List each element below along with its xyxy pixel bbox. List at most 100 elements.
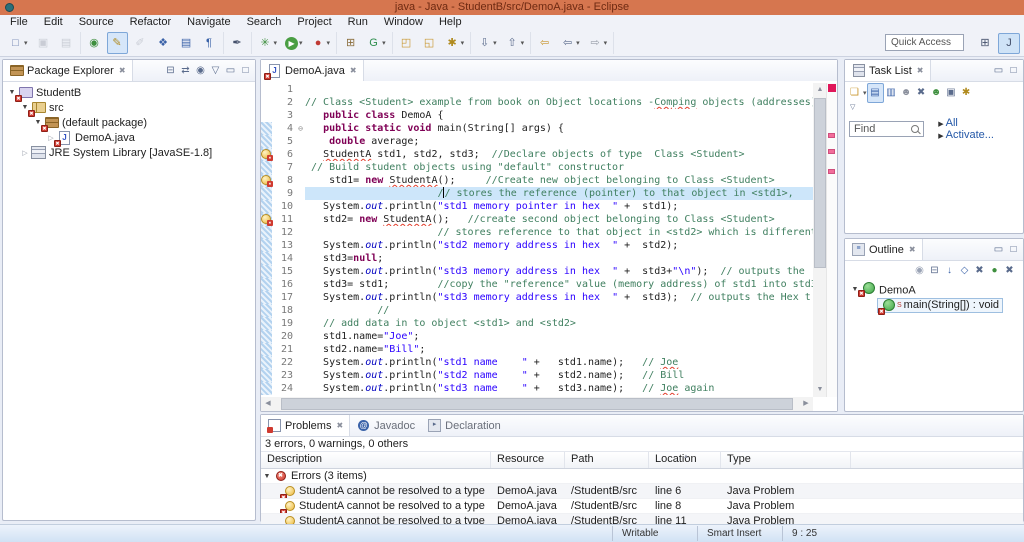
code-line-24[interactable]: 24 System.out.println("std3 name " + std… bbox=[261, 382, 813, 395]
vertical-scroll-thumb[interactable] bbox=[814, 98, 826, 268]
tree-item--default-package-[interactable]: ▼(default package) bbox=[3, 115, 255, 132]
tab-javadoc[interactable]: @ Javadoc bbox=[350, 415, 421, 436]
debug-icon[interactable]: ✳ ▾ bbox=[255, 32, 281, 54]
scroll-down-icon[interactable]: ▼ bbox=[813, 383, 827, 397]
code-line-12[interactable]: 12 // stores reference to that object in… bbox=[261, 226, 813, 239]
error-marker[interactable] bbox=[828, 133, 835, 138]
new-report-icon[interactable]: ❖ bbox=[153, 32, 174, 54]
fold-marker-icon[interactable]: ⊖ bbox=[296, 122, 305, 135]
code-line-3[interactable]: 3 public class DemoA { bbox=[261, 109, 813, 122]
column-header-type[interactable]: Type bbox=[721, 452, 851, 468]
code-line-21[interactable]: 21 std2.name="Bill"; bbox=[261, 343, 813, 356]
code-line-6[interactable]: 6 StudentA std1, std2, std3; //Declare o… bbox=[261, 148, 813, 161]
hide-static-icon[interactable]: ✖ bbox=[972, 262, 987, 280]
open-task-icon[interactable]: ◉ bbox=[84, 32, 105, 54]
maximize-icon[interactable]: □ bbox=[238, 62, 253, 80]
open-perspective-icon[interactable]: ⊞ bbox=[974, 33, 996, 54]
close-icon[interactable]: ✖ bbox=[350, 66, 357, 75]
dropdown-caret-icon[interactable]: ▾ bbox=[382, 39, 386, 47]
column-header-location[interactable]: Location ▲ bbox=[649, 452, 721, 468]
dropdown-caret-icon[interactable]: ▾ bbox=[24, 39, 28, 47]
code-line-2[interactable]: 2 // Class <Student> example from book on… bbox=[261, 96, 813, 109]
menu-item-run[interactable]: Run bbox=[340, 15, 376, 30]
minimize-icon[interactable]: ▭ bbox=[991, 241, 1006, 259]
code-line-17[interactable]: 17 System.out.println("std3 memory addre… bbox=[261, 291, 813, 304]
code-line-11[interactable]: 11 std2= new StudentA(); //create second… bbox=[261, 213, 813, 226]
back-icon[interactable]: ⇦ ▾ bbox=[557, 32, 583, 54]
code-line-1[interactable]: 1 bbox=[261, 83, 813, 96]
dropdown-caret-icon[interactable]: ▾ bbox=[461, 39, 465, 47]
scroll-left-icon[interactable]: ◀ bbox=[261, 397, 275, 411]
dropdown-caret-icon[interactable]: ▾ bbox=[299, 39, 303, 47]
dropdown-caret-icon[interactable]: ▾ bbox=[576, 39, 580, 47]
group-icon[interactable]: ☻ bbox=[929, 84, 944, 102]
column-header-resource[interactable]: Resource bbox=[491, 452, 565, 468]
code-line-15[interactable]: 15 System.out.println("std3 memory addre… bbox=[261, 265, 813, 278]
menu-item-navigate[interactable]: Navigate bbox=[179, 15, 238, 30]
minimize-icon[interactable]: ▭ bbox=[991, 62, 1006, 80]
external-tools-icon[interactable]: ✐ bbox=[130, 32, 151, 54]
tab-task-list[interactable]: Task List ✖ bbox=[845, 60, 931, 81]
save-all-icon[interactable]: ▤ bbox=[56, 32, 77, 54]
vertical-scrollbar[interactable]: ▲ ▼ bbox=[813, 83, 827, 397]
quick-access-input[interactable]: Quick Access bbox=[885, 34, 964, 51]
new-task-icon[interactable]: ❏ bbox=[847, 84, 862, 102]
problems-error-group[interactable]: ▼ ✖ Errors (3 items) bbox=[261, 469, 1023, 484]
link-editor-icon[interactable]: ⇄ bbox=[178, 62, 193, 80]
focus-icon[interactable]: ◉ bbox=[912, 262, 927, 280]
maximize-icon[interactable]: □ bbox=[1006, 241, 1021, 259]
tab-package-explorer[interactable]: Package Explorer ✖ bbox=[3, 60, 133, 81]
task-list-link-activate[interactable]: Activate... bbox=[946, 129, 994, 141]
show-whitespace-icon[interactable]: ¶ bbox=[199, 32, 220, 54]
tab-outline[interactable]: ≡ Outline ✖ bbox=[845, 239, 923, 260]
error-marker[interactable] bbox=[828, 149, 835, 154]
last-edit-icon[interactable]: ⇦ bbox=[534, 32, 555, 54]
close-icon[interactable]: ✖ bbox=[336, 421, 343, 430]
categorized-icon[interactable]: ▤ bbox=[866, 83, 884, 103]
column-header-description[interactable]: Description bbox=[261, 452, 491, 468]
menu-item-window[interactable]: Window bbox=[376, 15, 431, 30]
duplicates-icon[interactable]: ▣ bbox=[944, 84, 959, 102]
hide-local-icon[interactable]: ✖ bbox=[1002, 262, 1017, 280]
code-line-8[interactable]: 8 std1= new StudentA(); //Create new obj… bbox=[261, 174, 813, 187]
update-icon[interactable]: G ▾ bbox=[363, 32, 389, 54]
problem-row[interactable]: StudentA cannot be resolved to a type Dem… bbox=[261, 499, 1023, 514]
column-header-path[interactable]: Path bbox=[565, 452, 649, 468]
profile-icon[interactable]: ● ▾ bbox=[308, 32, 334, 54]
dropdown-caret-icon[interactable]: ▾ bbox=[863, 89, 867, 97]
expander-icon[interactable]: ▷ bbox=[19, 149, 31, 157]
code-line-22[interactable]: 22 System.out.println("std1 name " + std… bbox=[261, 356, 813, 369]
task-list-link-all[interactable]: All bbox=[946, 117, 958, 129]
dropdown-caret-icon[interactable]: ▾ bbox=[521, 39, 525, 47]
selection-tool-icon[interactable]: ✒ bbox=[227, 32, 248, 54]
next-annotation-icon[interactable]: ⇩ ▾ bbox=[474, 32, 500, 54]
menu-item-edit[interactable]: Edit bbox=[36, 15, 71, 30]
code-line-5[interactable]: 5 double average; bbox=[261, 135, 813, 148]
save-icon[interactable]: ▣ bbox=[33, 32, 54, 54]
minimize-icon[interactable]: ▭ bbox=[223, 62, 238, 80]
horizontal-scrollbar[interactable]: ◀ ▶ bbox=[261, 397, 813, 411]
forward-icon[interactable]: ⇨ ▾ bbox=[585, 32, 611, 54]
code-line-19[interactable]: 19 // add data in to object <std1> and <… bbox=[261, 317, 813, 330]
hide-fields-icon[interactable]: ◇ bbox=[957, 262, 972, 280]
overview-ruler[interactable] bbox=[826, 83, 837, 397]
menu-item-file[interactable]: File bbox=[2, 15, 36, 30]
view-menu-icon[interactable]: ▽ bbox=[208, 62, 223, 80]
code-line-16[interactable]: 16 std3= std1; //copy the "reference" va… bbox=[261, 278, 813, 291]
focus-icon[interactable]: ◉ bbox=[193, 62, 208, 80]
presentation-icon[interactable]: ☻ bbox=[899, 84, 914, 102]
hide-nonpublic-icon[interactable]: ● bbox=[987, 262, 1002, 280]
hide-completed-icon[interactable]: ✖ bbox=[914, 84, 929, 102]
code-line-7[interactable]: 7 // Build student objects using "defaul… bbox=[261, 161, 813, 174]
scheduled-icon[interactable]: ▥ bbox=[884, 84, 899, 102]
code-line-13[interactable]: 13 System.out.println("std2 memory addre… bbox=[261, 239, 813, 252]
expander-icon[interactable]: ▶ bbox=[938, 133, 943, 140]
source-view-icon[interactable]: ▤ bbox=[176, 32, 197, 54]
menu-item-project[interactable]: Project bbox=[289, 15, 339, 30]
close-icon[interactable]: ✖ bbox=[917, 66, 924, 75]
menu-item-refactor[interactable]: Refactor bbox=[122, 15, 180, 30]
import-icon[interactable]: ◰ bbox=[396, 32, 417, 54]
close-icon[interactable]: ✖ bbox=[909, 245, 916, 254]
tree-item-jre-system-library-javase-1-8-[interactable]: ▷ JRE System Library [JavaSE-1.8] bbox=[3, 145, 255, 160]
menu-item-help[interactable]: Help bbox=[431, 15, 470, 30]
